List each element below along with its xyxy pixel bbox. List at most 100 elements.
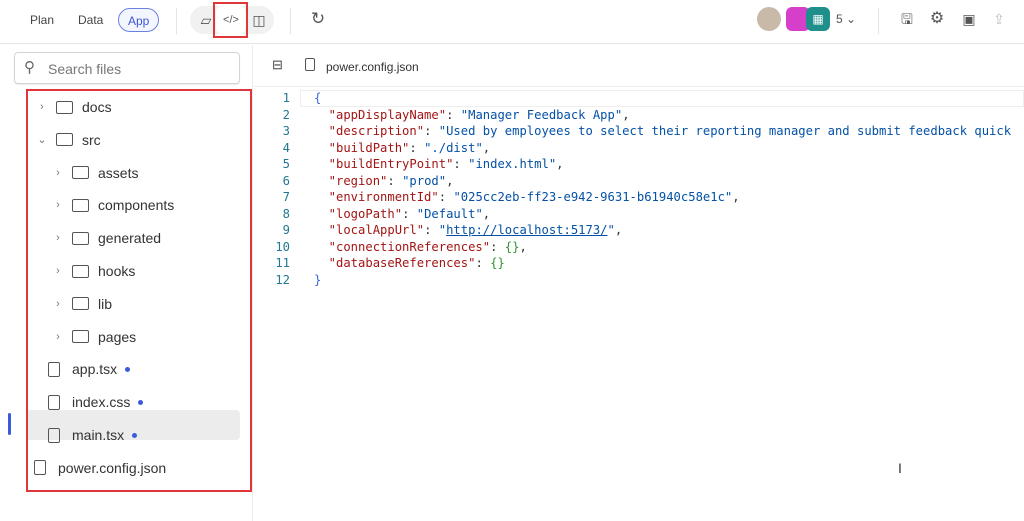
tree-item-pages[interactable]: › pages xyxy=(50,323,136,351)
collaborator-count[interactable]: 5 ⌄ xyxy=(836,12,856,26)
avatar[interactable] xyxy=(757,7,781,31)
toggle-sidebar-icon[interactable]: ⊟ xyxy=(272,57,283,73)
chevron-right-icon[interactable]: › xyxy=(50,323,66,351)
code-line: 10 "connectionReferences": {}, xyxy=(254,239,1024,256)
refresh-icon[interactable]: ↻ xyxy=(308,9,328,29)
line-text: "buildPath": "./dist", xyxy=(314,140,490,157)
url-link[interactable]: http://localhost:5173/ xyxy=(446,223,607,237)
token: "description" xyxy=(314,124,425,138)
token: { xyxy=(314,91,322,105)
line-text: "buildEntryPoint": "index.html", xyxy=(314,156,564,173)
code-line: 6 "region": "prod", xyxy=(254,173,1024,190)
tree-item-lib[interactable]: › lib xyxy=(50,290,112,318)
tab-data[interactable]: Data xyxy=(78,8,103,32)
token: "databaseReferences" xyxy=(314,256,476,270)
editor-header: ⊟ power.config.json xyxy=(254,45,1024,87)
line-text: "description": "Used by employees to sel… xyxy=(314,123,1011,140)
tree-item-docs[interactable]: › docs xyxy=(34,93,112,121)
folder-icon xyxy=(72,264,89,278)
token: , xyxy=(482,206,491,221)
divider xyxy=(878,8,879,34)
selection-indicator xyxy=(8,413,11,435)
publish-icon[interactable]: ▣ xyxy=(959,9,979,29)
code-line: 3 "description": "Used by employees to s… xyxy=(254,123,1024,140)
chevron-right-icon[interactable]: › xyxy=(50,224,66,252)
line-number: 7 xyxy=(282,190,290,204)
tree-item-label: assets xyxy=(98,164,139,181)
preview-icon[interactable]: ◫ xyxy=(249,10,269,30)
tree-item-components[interactable]: › components xyxy=(50,191,174,219)
tree-item-label: pages xyxy=(98,328,137,345)
code-line: 1{ xyxy=(254,90,1024,107)
code-line: 8 "logoPath": "Default", xyxy=(254,206,1024,223)
token: {} xyxy=(504,239,520,254)
tree-item-main-tsx[interactable]: main.tsx xyxy=(48,421,138,449)
file-icon xyxy=(48,361,60,377)
token: "Default" xyxy=(416,206,483,221)
open-file-tab[interactable]: power.config.json xyxy=(326,60,419,74)
tab-app[interactable]: App xyxy=(118,8,160,32)
tree-item-generated[interactable]: › generated xyxy=(50,224,161,252)
code-line: 4 "buildPath": "./dist", xyxy=(254,140,1024,157)
line-text: "localAppUrl": "http://localhost:5173/", xyxy=(314,222,623,239)
line-number: 5 xyxy=(282,157,290,171)
search-icon: ⚲ xyxy=(24,59,35,76)
token: , xyxy=(446,173,454,188)
chevron-right-icon[interactable]: › xyxy=(50,159,66,187)
tree-item-index-css[interactable]: index.css xyxy=(48,388,144,416)
tree-item-hooks[interactable]: › hooks xyxy=(50,257,135,285)
token: "localAppUrl" xyxy=(314,223,425,237)
tree-item-label: generated xyxy=(98,230,162,247)
token: , xyxy=(622,107,630,122)
folder-open-icon xyxy=(56,133,73,147)
folder-icon xyxy=(72,330,89,344)
token: , xyxy=(732,190,740,204)
line-text: "environmentId": "025cc2eb-ff23-e942-963… xyxy=(314,189,740,206)
search-input[interactable]: ⚲ Search files xyxy=(14,52,240,84)
code-editor[interactable]: 1{2 "appDisplayName": "Manager Feedback … xyxy=(254,90,1024,288)
tree-item-power-config-json[interactable]: power.config.json xyxy=(34,454,166,482)
code-line: 7 "environmentId": "025cc2eb-ff23-e942-9… xyxy=(254,189,1024,206)
token: "Used by employees to select their repor… xyxy=(438,124,1012,138)
token: : xyxy=(475,256,491,270)
grid-app-icon[interactable]: ▦ xyxy=(806,7,830,31)
count: 5 xyxy=(836,12,843,26)
line-text: "logoPath": "Default", xyxy=(314,206,490,223)
token: {} xyxy=(490,256,505,270)
file-icon xyxy=(305,58,315,71)
tree-item-label: app.tsx xyxy=(72,361,118,378)
line-text: "appDisplayName": "Manager Feedback App"… xyxy=(314,107,630,124)
tree-item-label: components xyxy=(98,197,175,214)
chevron-down-icon[interactable]: ⌄ xyxy=(34,126,50,154)
settings-icon[interactable]: ⚙ xyxy=(927,9,947,29)
tree-item-label: docs xyxy=(82,99,112,115)
chevron-right-icon[interactable]: › xyxy=(50,290,66,318)
modified-dot xyxy=(132,432,138,438)
chevron-right-icon[interactable]: › xyxy=(50,257,66,285)
save-icon[interactable]: 🖫 xyxy=(897,9,917,29)
code-icon[interactable]: </> xyxy=(221,10,241,30)
line-text: } xyxy=(314,272,321,289)
line-number: 6 xyxy=(282,173,290,188)
token: "025cc2eb-ff23-e942-9631-b61940c58e1c" xyxy=(453,190,733,204)
token: "index.html" xyxy=(468,157,557,171)
line-number: 8 xyxy=(282,206,290,221)
tab-plan[interactable]: Plan xyxy=(30,8,54,32)
token: "logoPath" xyxy=(314,206,403,221)
divider xyxy=(176,8,177,34)
tree-item-src[interactable]: ⌄ src xyxy=(34,126,101,154)
tree-item-app-tsx[interactable]: app.tsx xyxy=(48,355,131,383)
file-icon xyxy=(48,427,60,443)
note-icon[interactable]: ▱ xyxy=(196,10,216,30)
token: "Manager Feedback App" xyxy=(460,107,623,122)
tree-item-label: src xyxy=(82,131,101,148)
tree-item-label: hooks xyxy=(98,263,136,279)
chevron-right-icon[interactable]: › xyxy=(50,191,66,219)
share-icon[interactable]: ⇪ xyxy=(989,9,1009,29)
line-number: 11 xyxy=(275,256,290,270)
chevron-right-icon[interactable]: › xyxy=(34,93,50,121)
token: "buildEntryPoint" xyxy=(314,157,454,171)
tree-item-assets[interactable]: › assets xyxy=(50,159,138,187)
code-line: 2 "appDisplayName": "Manager Feedback Ap… xyxy=(254,107,1024,124)
top-bar: Plan Data App ▱ </> ◫ ↻ ▦ 5 ⌄ 🖫 ⚙ ▣ ⇪ xyxy=(0,0,1024,44)
